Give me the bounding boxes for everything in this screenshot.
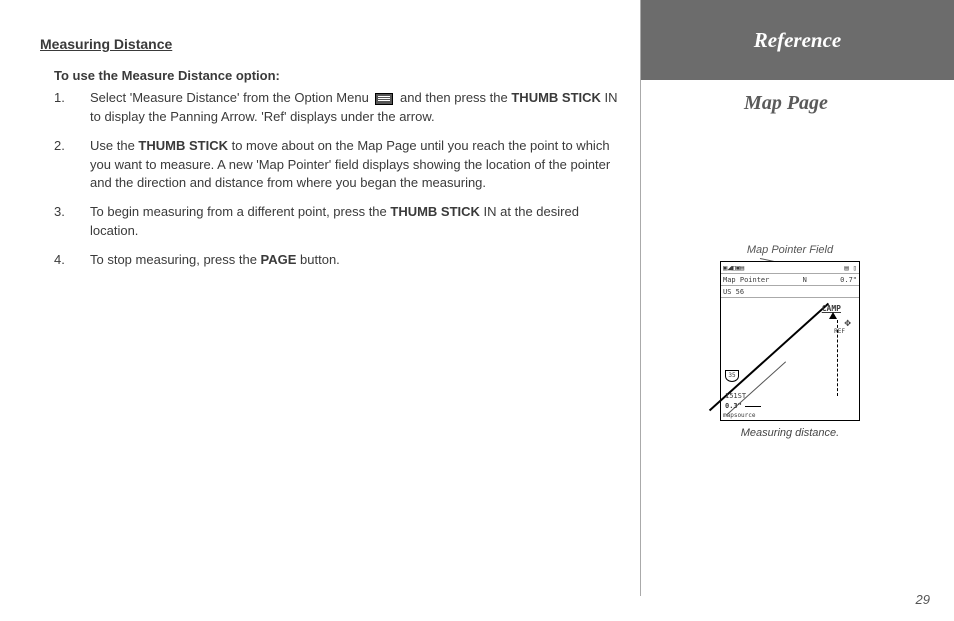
step-text: Use the THUMB STICK to move about on the… (90, 137, 625, 194)
triangle-icon (829, 312, 837, 319)
figure: Map Pointer Field ▣◢◧▣▤ ▤ ▯ Map Pointer … (710, 244, 870, 439)
mapsource-label: mapsource (723, 412, 756, 419)
scale-label: 0.3" (725, 402, 742, 410)
step-text: To stop measuring, press the PAGE button… (90, 251, 625, 270)
ref-label: REF (834, 328, 845, 335)
map-pointer-row: Map Pointer N 0.7" (721, 274, 859, 286)
status-icons-right: ▤ ▯ (844, 264, 857, 272)
step-4: 4. To stop measuring, press the PAGE but… (54, 251, 625, 270)
step-2: 2. Use the THUMB STICK to move about on … (54, 137, 625, 194)
reference-header: Reference (641, 0, 954, 80)
column-divider (640, 0, 641, 596)
status-bar: ▣◢◧▣▤ ▤ ▯ (721, 262, 859, 274)
mp-dist: 0.7" (840, 276, 857, 284)
step-text: Select 'Measure Distance' from the Optio… (90, 89, 625, 127)
street-label: 151ST (725, 392, 746, 400)
device-screenshot: ▣◢◧▣▤ ▤ ▯ Map Pointer N 0.7" US 56 CAMP … (720, 261, 860, 421)
figure-label: Map Pointer Field (710, 244, 870, 256)
page-number: 29 (916, 592, 930, 607)
step-3: 3. To begin measuring from a different p… (54, 203, 625, 241)
step-num: 2. (54, 137, 90, 194)
mp-n: N (803, 276, 807, 284)
dashed-line (837, 320, 838, 396)
scale-bar (745, 406, 761, 407)
map-area: CAMP ✥ REF 35 151ST 0.3" mapsource (721, 298, 859, 420)
section-title: Measuring Distance (40, 36, 625, 52)
step-num: 4. (54, 251, 90, 270)
cursor-icon: ✥ (844, 316, 851, 329)
menu-icon (375, 93, 393, 105)
step-1: 1. Select 'Measure Distance' from the Op… (54, 89, 625, 127)
map-page-title: Map Page (641, 92, 931, 115)
step-num: 3. (54, 203, 90, 241)
steps-list: 1. Select 'Measure Distance' from the Op… (54, 89, 625, 270)
step-text: To begin measuring from a different poin… (90, 203, 625, 241)
mp-label: Map Pointer (723, 276, 769, 284)
step-num: 1. (54, 89, 90, 127)
highway-shield-icon: 35 (725, 370, 739, 382)
sub-title: To use the Measure Distance option: (54, 68, 625, 83)
figure-caption: Measuring distance. (710, 427, 870, 439)
status-icons-left: ▣◢◧▣▤ (723, 264, 744, 272)
us-row: US 56 (721, 286, 859, 298)
